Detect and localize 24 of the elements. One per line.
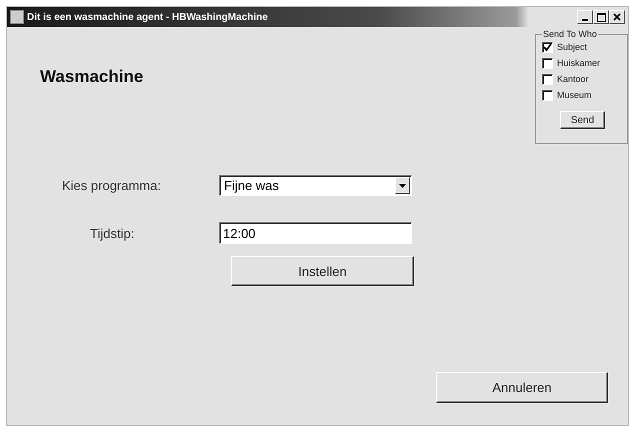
- checkbox-label: Subject: [557, 42, 588, 52]
- heading: Wasmachine: [40, 67, 144, 87]
- window-icon: [10, 10, 24, 24]
- checkbox-label: Museum: [557, 90, 592, 100]
- send-button[interactable]: Send: [560, 111, 605, 129]
- window-title: Dit is een wasmachine agent - HBWashingMachine: [27, 12, 268, 22]
- checkbox[interactable]: [542, 74, 553, 84]
- checkbox[interactable]: [542, 58, 553, 68]
- program-label: Kies programma:: [62, 178, 162, 193]
- close-button[interactable]: [609, 10, 625, 24]
- time-label: Tijdstip:: [90, 226, 136, 240]
- minimize-button[interactable]: [577, 10, 593, 24]
- checkbox[interactable]: [542, 42, 553, 52]
- maximize-icon: [596, 12, 606, 22]
- maximize-button[interactable]: [593, 10, 609, 24]
- checkbox-label: Huiskamer: [557, 58, 600, 68]
- checkbox[interactable]: [542, 90, 553, 100]
- time-field[interactable]: 12:00: [219, 222, 412, 244]
- close-icon: [613, 13, 621, 21]
- program-dropdown[interactable]: Fijne was: [219, 175, 412, 196]
- group-legend: Send To Who: [542, 29, 598, 39]
- checkbox-label: Kantoor: [557, 74, 589, 84]
- set-button[interactable]: Instellen: [231, 256, 414, 286]
- cancel-button[interactable]: Annuleren: [436, 372, 608, 403]
